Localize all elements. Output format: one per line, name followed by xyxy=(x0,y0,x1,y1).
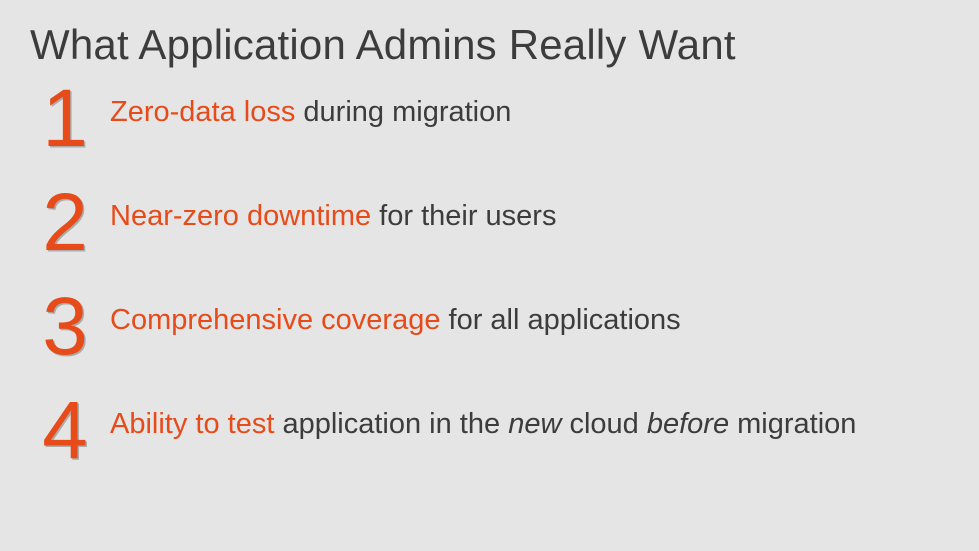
item-number: 2 xyxy=(30,182,100,260)
item-rest: for their users xyxy=(371,200,556,232)
points-list: 1 Zero-data loss during migration 2 Near… xyxy=(30,78,949,467)
item-highlight: Comprehensive coverage xyxy=(110,304,440,336)
item-text: Zero-data loss during migration xyxy=(100,78,949,129)
item-em1: new xyxy=(508,408,561,440)
item-number: 3 xyxy=(30,286,100,364)
item-text: Near-zero downtime for their users xyxy=(100,182,949,233)
item-rest: application in the xyxy=(274,408,508,440)
item-em2: before xyxy=(647,408,729,440)
item-highlight: Near-zero downtime xyxy=(110,200,371,232)
item-tail: migration xyxy=(729,408,856,440)
slide: What Application Admins Really Want 1 Ze… xyxy=(0,0,979,551)
item-text: Comprehensive coverage for all applicati… xyxy=(100,286,949,337)
item-number: 1 xyxy=(30,78,100,156)
list-item: 1 Zero-data loss during migration xyxy=(30,78,949,156)
item-highlight: Ability to test xyxy=(110,408,274,440)
item-highlight: Zero-data loss xyxy=(110,96,295,128)
item-text: Ability to test application in the new c… xyxy=(100,390,949,441)
item-rest: for all applications xyxy=(440,304,680,336)
list-item: 4 Ability to test application in the new… xyxy=(30,390,949,468)
slide-title: What Application Admins Really Want xyxy=(30,22,949,68)
list-item: 3 Comprehensive coverage for all applica… xyxy=(30,286,949,364)
item-number: 4 xyxy=(30,390,100,468)
item-rest: during migration xyxy=(295,96,511,128)
item-mid: cloud xyxy=(561,408,646,440)
list-item: 2 Near-zero downtime for their users xyxy=(30,182,949,260)
